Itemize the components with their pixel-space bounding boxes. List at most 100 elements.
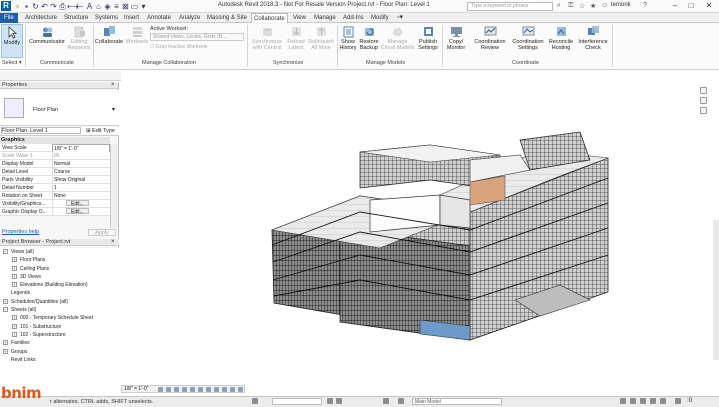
coordination-settings-button[interactable]: Coordination Settings <box>510 24 546 51</box>
maximize-button[interactable]: □ <box>684 0 698 12</box>
thin-lines-icon[interactable]: ≡ <box>112 2 121 11</box>
browser-item[interactable]: + Groups <box>0 348 119 356</box>
browser-item[interactable]: + Ceiling Plans <box>0 265 119 273</box>
minimize-button[interactable]: – <box>668 0 682 12</box>
property-row[interactable]: Rotation on Sheet None <box>0 192 110 200</box>
property-row[interactable]: Detail Number 1 <box>0 184 110 192</box>
close-hidden-icon[interactable]: ⊠ <box>121 2 130 11</box>
search-icon[interactable]: ⌕ <box>557 2 561 10</box>
browser-item[interactable]: +3D Views <box>0 273 119 281</box>
collaborate-button[interactable]: Collaborate <box>94 24 124 45</box>
measure-icon[interactable]: ⟷ <box>67 2 78 11</box>
expand-icon[interactable]: + <box>12 273 17 279</box>
editing-requests-button[interactable]: Editing Requests <box>67 24 91 51</box>
tab-modify[interactable]: Modify <box>369 13 391 23</box>
drawing-viewport[interactable] <box>121 70 719 384</box>
sync-icon[interactable]: ↻ <box>31 2 40 11</box>
coordination-review-button[interactable]: Coordination Review <box>472 24 508 51</box>
hide-isolate-icon[interactable] <box>222 387 227 392</box>
expand-icon[interactable]: + <box>12 282 17 288</box>
visual-style-icon[interactable] <box>166 387 171 392</box>
relinquish-all-mine-button[interactable]: Relinquish All Mine <box>307 24 335 51</box>
show-history-button[interactable]: Show History <box>338 24 358 51</box>
redo-icon[interactable]: ↷ <box>49 2 58 11</box>
visibility-graphics-edit-button[interactable]: Edit... <box>66 200 89 207</box>
detail-level-icon[interactable] <box>158 387 163 392</box>
view-scale[interactable]: 1/8" = 1'-0" <box>124 386 148 393</box>
render-icon[interactable] <box>190 387 195 392</box>
property-row[interactable]: Visibility/Graphics... Edit... <box>0 200 110 208</box>
project-browser-close-icon[interactable]: × <box>111 239 115 245</box>
type-selector[interactable]: Floor Plan ▾ <box>0 90 119 126</box>
manage-cloud-models-button[interactable]: Manage Cloud Models <box>380 24 415 51</box>
properties-close-icon[interactable]: × <box>111 82 115 88</box>
browser-item[interactable]: − Sheets (all) <box>0 306 119 314</box>
revit-logo-icon[interactable]: R <box>1 1 11 11</box>
browser-item[interactable]: +000 - Temporary Schedule Sheet <box>0 314 119 322</box>
tab-structure[interactable]: Structure <box>62 13 90 23</box>
communicator-button[interactable]: Communicator <box>27 24 67 45</box>
tab-file[interactable]: File <box>0 13 18 23</box>
select-underlay-icon[interactable] <box>630 398 636 404</box>
properties-scrollbar[interactable] <box>110 144 118 228</box>
shadows-icon[interactable] <box>182 387 187 392</box>
tab-annotate[interactable]: Annotate <box>145 13 173 23</box>
subscription-icon[interactable]: ⚿ <box>568 2 573 10</box>
expand-icon[interactable]: + <box>12 257 17 263</box>
save-icon[interactable]: ▪ <box>22 2 31 11</box>
browser-item[interactable]: + Schedules/Quantities (all) <box>0 298 119 306</box>
design-option-selector[interactable]: Main Model <box>412 398 502 405</box>
crop-region-icon[interactable] <box>206 387 211 392</box>
reconcile-hosting-button[interactable]: Reconcile Hosting <box>546 24 576 51</box>
expand-icon[interactable]: + <box>3 340 8 346</box>
select-pinned-icon[interactable] <box>640 398 646 404</box>
tab-manage[interactable]: Manage <box>312 13 338 23</box>
collapse-icon[interactable]: − <box>3 307 8 313</box>
qat-dropdown-icon[interactable]: ▾ <box>139 2 148 11</box>
expand-icon[interactable]: + <box>12 315 17 321</box>
type-dropdown-icon[interactable]: ▾ <box>112 106 115 113</box>
switch-windows-icon[interactable]: ▭ <box>130 2 139 11</box>
select-links-icon[interactable] <box>620 398 626 404</box>
tab-view[interactable]: View <box>291 13 308 23</box>
property-value[interactable]: None <box>52 192 110 200</box>
worksets-button[interactable]: Worksets <box>125 24 149 45</box>
ribbon-minimize-icon[interactable]: ▫▾ <box>395 13 405 23</box>
restore-backup-button[interactable]: Restore Backup <box>358 24 380 51</box>
copy-monitor-button[interactable]: Copy/ Monitor <box>444 24 468 51</box>
active-workset-status[interactable] <box>272 398 322 405</box>
publish-settings-button[interactable]: Publish Settings <box>415 24 441 51</box>
browser-item[interactable]: + Elevations (Building Elevation) <box>0 281 119 289</box>
tab-architecture[interactable]: Architecture <box>23 13 59 23</box>
collapse-icon[interactable]: − <box>3 249 8 254</box>
properties-help-link[interactable]: Properties help <box>2 229 39 235</box>
drag-elements-icon[interactable] <box>660 398 666 404</box>
expand-icon[interactable]: + <box>12 265 17 271</box>
steering-wheel-icon[interactable] <box>699 97 707 104</box>
search-input[interactable]: Type a keyword or phrase <box>467 2 553 11</box>
reveal-hidden-icon[interactable] <box>230 387 235 392</box>
edit-type-button[interactable]: ⊞ Edit Type <box>86 127 115 136</box>
browser-item[interactable]: +102 - Superstructure <box>0 331 119 339</box>
print-icon[interactable]: ⎙ <box>58 2 67 11</box>
property-row[interactable]: Scale Value 1: 96 <box>0 152 110 160</box>
select-dropdown[interactable]: Select ▾ <box>2 60 22 66</box>
browser-item[interactable]: Revit Links <box>0 356 119 364</box>
undo-icon[interactable]: ↶ <box>40 2 49 11</box>
select-by-face-icon[interactable] <box>650 398 656 404</box>
filter-icon[interactable] <box>675 398 681 404</box>
tag-icon[interactable]: A <box>85 2 94 11</box>
property-value[interactable]: Show Original <box>52 176 110 184</box>
browser-item[interactable]: +101 - Substructure <box>0 323 119 331</box>
tab-systems[interactable]: Systems <box>93 13 120 23</box>
design-options-icon[interactable] <box>336 398 342 404</box>
help-icon[interactable]: ? <box>643 2 647 9</box>
graphics-group-header[interactable]: Graphics <box>0 137 110 144</box>
user-icon[interactable]: ☺ <box>601 2 608 9</box>
modify-button[interactable]: Modify <box>1 24 23 58</box>
username[interactable]: temonk <box>611 2 631 8</box>
browser-item[interactable]: + Families <box>0 339 119 347</box>
expand-icon[interactable]: + <box>3 348 8 354</box>
property-row[interactable]: Graphic Display O... Edit... <box>0 208 110 216</box>
section-icon[interactable]: ◈ <box>103 2 112 11</box>
